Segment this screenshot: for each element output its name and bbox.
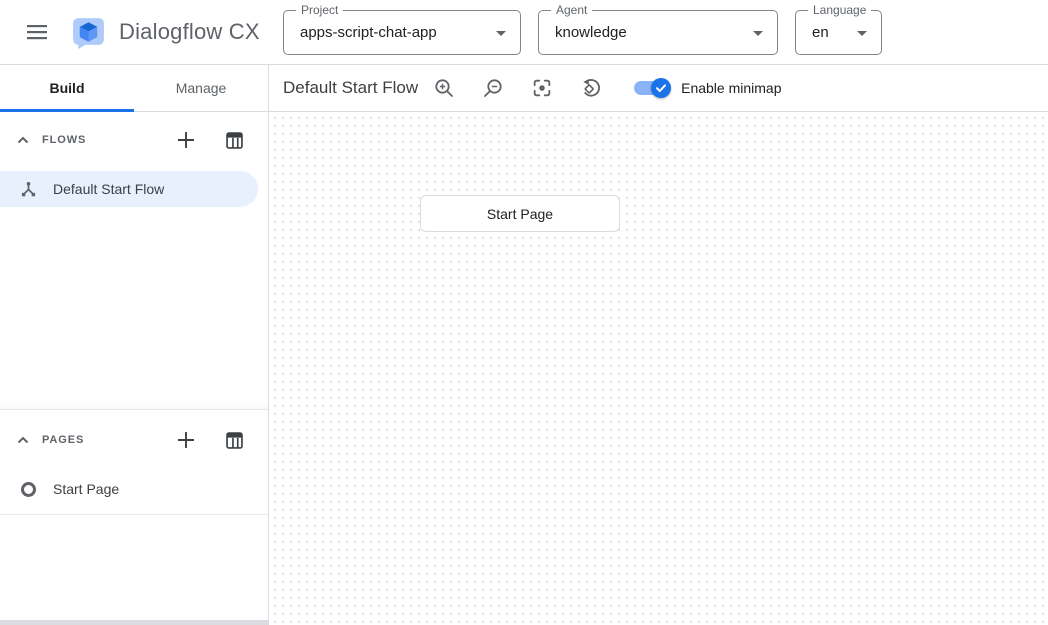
start-page-node[interactable]: Start Page: [420, 195, 620, 232]
reset-zoom-button[interactable]: [579, 76, 603, 100]
flows-table-view-button[interactable]: [222, 128, 246, 152]
flow-title: Default Start Flow: [283, 78, 418, 98]
add-page-button[interactable]: [174, 428, 198, 452]
zoom-in-button[interactable]: [432, 76, 456, 100]
tab-build[interactable]: Build: [0, 65, 134, 111]
pages-content: PAGES: [0, 410, 268, 515]
dropdown-arrow-icon: [753, 31, 763, 36]
project-select-value: apps-script-chat-app: [284, 24, 471, 41]
flow-item-label: Default Start Flow: [53, 181, 164, 197]
flows-section-header: FLOWS: [0, 119, 268, 161]
sidebar-tabs: Build Manage: [0, 65, 268, 112]
flow-graph-canvas[interactable]: Start Page: [269, 112, 1048, 625]
dialogflow-logo-icon: [70, 14, 107, 51]
plus-icon: [175, 429, 197, 451]
page-item-label: Start Page: [53, 481, 119, 497]
flows-collapse-button[interactable]: [14, 131, 32, 149]
page-circle-icon: [20, 481, 37, 498]
table-chart-icon: [224, 430, 245, 451]
zoom-in-icon: [433, 77, 455, 99]
project-select[interactable]: Project apps-script-chat-app: [283, 10, 521, 55]
sidebar-horizontal-scrollbar[interactable]: [0, 620, 268, 625]
chevron-up-icon: [15, 432, 31, 448]
toggle-switch-on: [634, 78, 671, 98]
language-select-value: en: [796, 24, 863, 41]
canvas-toolbar: Default Start Flow: [269, 65, 1048, 112]
flow-icon: [20, 181, 37, 198]
flow-item-default-start-flow[interactable]: Default Start Flow: [0, 171, 258, 207]
page-item-start-page[interactable]: Start Page: [0, 471, 268, 507]
agent-select[interactable]: Agent knowledge: [538, 10, 778, 55]
minimap-toggle[interactable]: Enable minimap: [634, 78, 781, 98]
flow-canvas-column: Default Start Flow: [269, 65, 1048, 625]
dropdown-arrow-icon: [857, 31, 867, 36]
app-header: Dialogflow CX Project apps-script-chat-a…: [0, 0, 1048, 65]
pages-section: PAGES: [0, 410, 268, 625]
dropdown-arrow-icon: [496, 31, 506, 36]
project-select-label: Project: [296, 3, 343, 17]
pages-section-header: PAGES: [0, 419, 268, 461]
add-flow-button[interactable]: [174, 128, 198, 152]
language-select[interactable]: Language en: [795, 10, 882, 55]
flows-list: Default Start Flow: [0, 171, 268, 207]
language-select-label: Language: [808, 3, 871, 17]
agent-select-label: Agent: [551, 3, 592, 17]
center-focus-button[interactable]: [530, 76, 554, 100]
zoom-out-icon: [482, 77, 504, 99]
minimap-toggle-label: Enable minimap: [681, 80, 781, 96]
table-chart-icon: [224, 130, 245, 151]
main-layout: Build Manage FLOWS: [0, 65, 1048, 625]
app-title: Dialogflow CX: [119, 19, 260, 45]
pages-table-view-button[interactable]: [222, 428, 246, 452]
pages-section-label: PAGES: [42, 434, 84, 446]
plus-icon: [175, 129, 197, 151]
reset-zoom-icon: [580, 77, 602, 99]
zoom-out-button[interactable]: [481, 76, 505, 100]
chevron-up-icon: [15, 132, 31, 148]
center-focus-icon: [531, 77, 553, 99]
hamburger-menu-button[interactable]: [24, 19, 50, 45]
sidebar: Build Manage FLOWS: [0, 65, 269, 625]
toggle-thumb: [651, 78, 671, 98]
flows-section-label: FLOWS: [42, 134, 86, 146]
menu-icon: [26, 24, 48, 40]
pages-collapse-button[interactable]: [14, 431, 32, 449]
check-icon: [655, 82, 667, 94]
flows-section: FLOWS: [0, 112, 268, 410]
agent-select-value: knowledge: [539, 24, 661, 41]
tab-manage[interactable]: Manage: [134, 65, 268, 111]
